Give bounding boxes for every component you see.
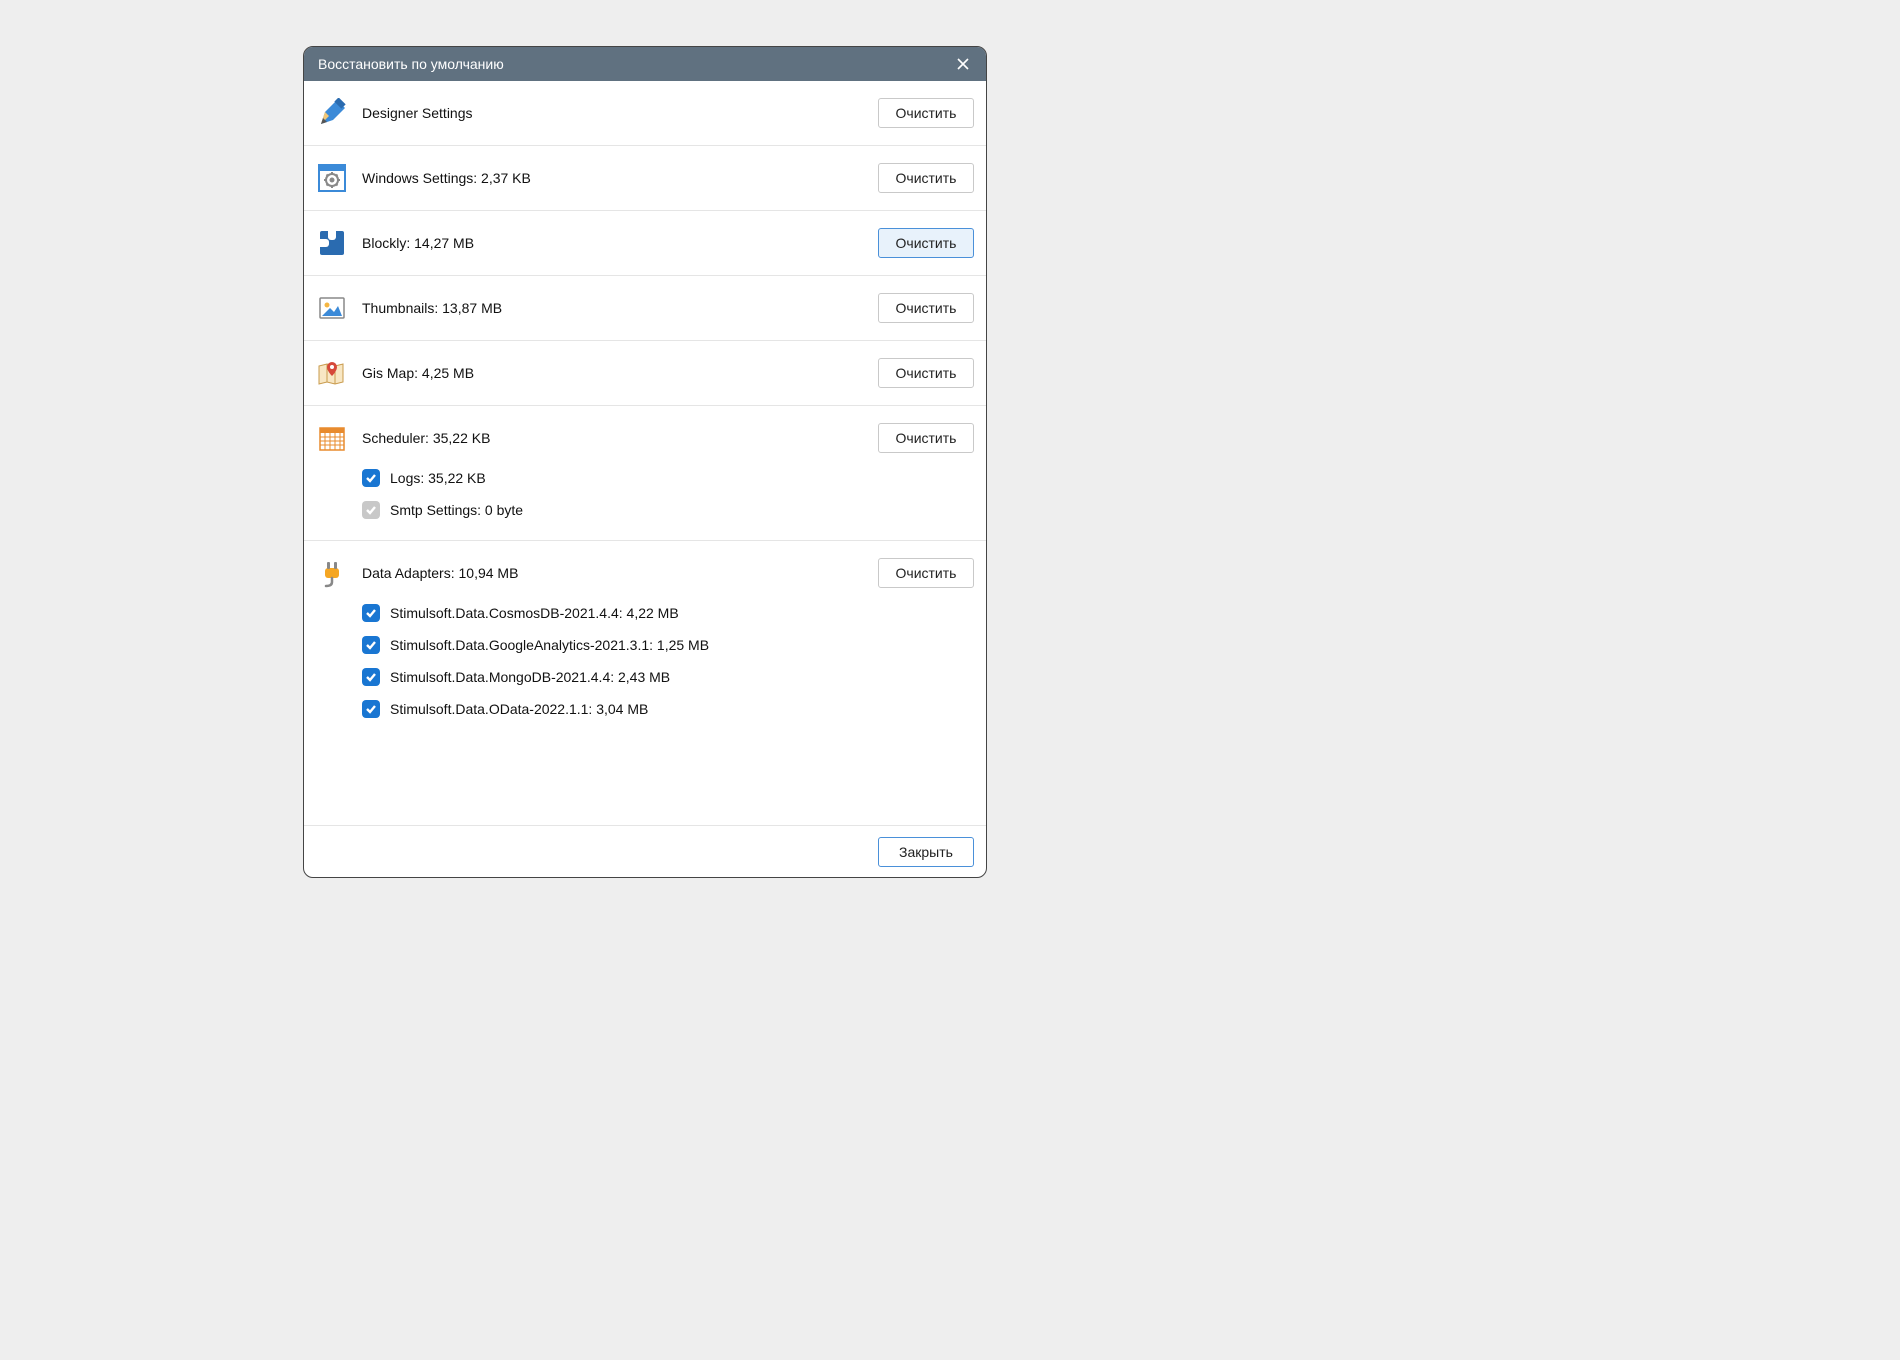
dialog-title: Восстановить по умолчанию bbox=[318, 56, 950, 72]
clear-button[interactable]: Очистить bbox=[878, 358, 974, 388]
clear-button[interactable]: Очистить bbox=[878, 558, 974, 588]
row-label: Thumbnails: 13,87 MB bbox=[362, 300, 878, 316]
calendar-icon bbox=[316, 422, 348, 454]
close-button[interactable]: Закрыть bbox=[878, 837, 974, 867]
checkbox[interactable] bbox=[362, 469, 380, 487]
row-label: Scheduler: 35,22 KB bbox=[362, 430, 878, 446]
pencil-icon bbox=[316, 97, 348, 129]
subrow-adapter: Stimulsoft.Data.OData-2022.1.1: 3,04 MB bbox=[316, 693, 974, 725]
sub-label: Logs: 35,22 KB bbox=[390, 470, 486, 486]
row-designer: Designer Settings Очистить bbox=[304, 81, 986, 146]
clear-button[interactable]: Очистить bbox=[878, 163, 974, 193]
row-label: Data Adapters: 10,94 MB bbox=[362, 565, 878, 581]
subrow-adapter: Stimulsoft.Data.GoogleAnalytics-2021.3.1… bbox=[316, 629, 974, 661]
clear-button[interactable]: Очистить bbox=[878, 423, 974, 453]
sub-label: Stimulsoft.Data.GoogleAnalytics-2021.3.1… bbox=[390, 637, 709, 653]
clear-button[interactable]: Очистить bbox=[878, 293, 974, 323]
checkbox[interactable] bbox=[362, 636, 380, 654]
row-windows: Windows Settings: 2,37 KB Очистить bbox=[304, 146, 986, 211]
plug-icon bbox=[316, 557, 348, 589]
sub-label: Stimulsoft.Data.OData-2022.1.1: 3,04 MB bbox=[390, 701, 648, 717]
row-label: Gis Map: 4,25 MB bbox=[362, 365, 878, 381]
subrow-adapter: Stimulsoft.Data.CosmosDB-2021.4.4: 4,22 … bbox=[316, 597, 974, 629]
content-area: Designer Settings Очистить bbox=[304, 81, 986, 825]
row-scheduler: Scheduler: 35,22 KB Очистить Logs: 35,22… bbox=[304, 406, 986, 541]
row-gismap: Gis Map: 4,25 MB Очистить bbox=[304, 341, 986, 406]
titlebar: Восстановить по умолчанию bbox=[304, 47, 986, 81]
checkbox[interactable] bbox=[362, 700, 380, 718]
subrow-smtp: Smtp Settings: 0 byte bbox=[316, 494, 974, 526]
clear-button[interactable]: Очистить bbox=[878, 98, 974, 128]
clear-button[interactable]: Очистить bbox=[878, 228, 974, 258]
row-label: Blockly: 14,27 MB bbox=[362, 235, 878, 251]
gear-icon bbox=[316, 162, 348, 194]
row-label: Windows Settings: 2,37 KB bbox=[362, 170, 878, 186]
sub-label: Stimulsoft.Data.CosmosDB-2021.4.4: 4,22 … bbox=[390, 605, 679, 621]
restore-defaults-dialog: Восстановить по умолчанию Designer Setti… bbox=[303, 46, 987, 878]
sub-label: Stimulsoft.Data.MongoDB-2021.4.4: 2,43 M… bbox=[390, 669, 670, 685]
sub-label: Smtp Settings: 0 byte bbox=[390, 502, 523, 518]
checkbox[interactable] bbox=[362, 668, 380, 686]
close-icon[interactable] bbox=[950, 51, 976, 77]
image-icon bbox=[316, 292, 348, 324]
map-pin-icon bbox=[316, 357, 348, 389]
row-blockly: Blockly: 14,27 MB Очистить bbox=[304, 211, 986, 276]
dialog-footer: Закрыть bbox=[304, 825, 986, 877]
row-adapters: Data Adapters: 10,94 MB Очистить Stimuls… bbox=[304, 541, 986, 739]
checkbox[interactable] bbox=[362, 604, 380, 622]
subrow-logs: Logs: 35,22 KB bbox=[316, 462, 974, 494]
checkbox bbox=[362, 501, 380, 519]
subrow-adapter: Stimulsoft.Data.MongoDB-2021.4.4: 2,43 M… bbox=[316, 661, 974, 693]
puzzle-icon bbox=[316, 227, 348, 259]
row-label: Designer Settings bbox=[362, 105, 878, 121]
row-thumbnails: Thumbnails: 13,87 MB Очистить bbox=[304, 276, 986, 341]
